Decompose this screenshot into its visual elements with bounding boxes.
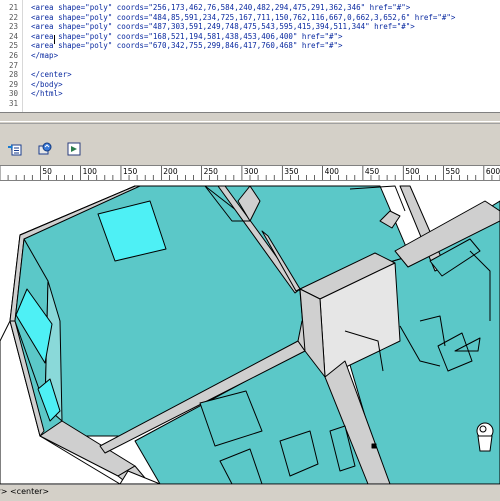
code-line[interactable]: <area shape="poly" coords="484,85,591,23…: [31, 13, 455, 22]
line-number: 31: [8, 99, 18, 108]
insert-tag-icon[interactable]: [8, 142, 22, 156]
line-number: 29: [8, 79, 18, 89]
line-number: 30: [8, 89, 18, 99]
code-line[interactable]: <area shape="poly" coords="487,303,591,2…: [31, 22, 415, 31]
ruler-label: 150: [122, 167, 138, 176]
code-line[interactable]: </html>: [31, 89, 63, 98]
ruler-label: 350: [284, 167, 299, 176]
ruler-label: 450: [364, 167, 380, 176]
code-line[interactable]: </center>: [31, 70, 72, 79]
horizontal-ruler: 50 100 150 200 250 300 350 400 450 500 550 600: [0, 166, 500, 181]
view-options-icon[interactable]: [67, 142, 81, 156]
code-line[interactable]: </body>: [31, 80, 63, 89]
code-line[interactable]: </map>: [31, 51, 58, 60]
code-line[interactable]: <area shape="poly" coords="670,342,755,2…: [31, 41, 343, 50]
floor-plan-image[interactable]: [0, 181, 500, 484]
ruler-label: 50: [42, 167, 52, 176]
ruler-label: 100: [82, 167, 97, 176]
line-number: 21: [8, 3, 18, 12]
refresh-design-icon[interactable]: [38, 142, 52, 156]
line-number: 23: [8, 22, 18, 32]
view-splitter[interactable]: [0, 112, 500, 134]
line-number: 27: [8, 60, 18, 70]
tag-selector[interactable]: y> <center>: [0, 487, 49, 496]
line-number: 28: [8, 70, 18, 80]
ruler-label: 500: [405, 167, 420, 176]
line-number: 25: [8, 41, 18, 51]
code-line[interactable]: <area shape="poly" coords="256,173,462,7…: [31, 3, 410, 12]
ruler-label: 200: [163, 167, 178, 176]
code-view[interactable]: 21 22 23 24 25 26 27 28 29 30 31 <area shape="poly…: [0, 0, 500, 112]
ruler-label: 550: [445, 167, 460, 176]
line-number: 26: [8, 51, 18, 60]
ruler-label: 600: [485, 167, 500, 176]
code-line[interactable]: <area shape="poly" coords="168,521,194,5…: [31, 32, 343, 41]
ruler-label: 300: [243, 167, 259, 176]
status-bar: y> <center>: [0, 484, 500, 501]
splitter-grip[interactable]: [0, 121, 500, 124]
line-number: 22: [8, 12, 18, 22]
design-toolbar: [0, 133, 500, 166]
design-view[interactable]: [0, 181, 500, 484]
line-number-gutter: 21 22 23 24 25 26 27 28 29 30 31: [0, 0, 23, 112]
line-number: 24: [8, 31, 18, 41]
ruler-label: 250: [203, 167, 218, 176]
text-caret: [54, 35, 55, 44]
ruler-label: 400: [324, 167, 339, 176]
